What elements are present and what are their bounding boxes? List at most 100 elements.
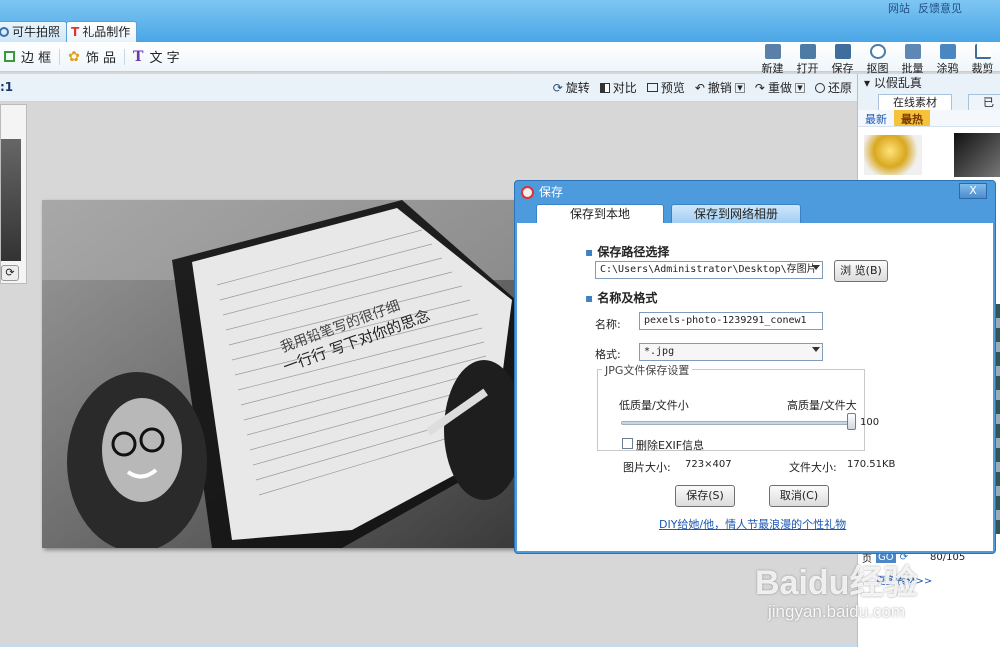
preview-label: 预览 <box>660 81 685 95</box>
restore-button[interactable]: 还原 <box>814 79 852 96</box>
website-link[interactable]: 网站 <box>888 0 910 16</box>
side-thumbnail[interactable] <box>1 139 21 261</box>
tab-downloaded-label: 已 <box>983 96 994 109</box>
undo-button[interactable]: ↶ 撤销 ▼ <box>695 79 745 96</box>
tab-online-materials[interactable]: 在线素材 <box>878 94 952 110</box>
text-t-icon: T <box>133 48 144 65</box>
crop-icon <box>974 44 991 59</box>
redo-dropdown-icon[interactable]: ▼ <box>794 82 805 93</box>
high-quality-label: 高质量/文件大 <box>787 399 857 412</box>
zoom-readout: :1 <box>0 80 14 94</box>
undo-label: 撤销 <box>707 81 732 95</box>
cutout-button[interactable]: 抠图 <box>860 44 895 76</box>
tab-save-web-album[interactable]: 保存到网络相册 <box>671 204 801 224</box>
format-select[interactable]: *.jpg <box>639 343 823 361</box>
image-size-label: 图片大小: <box>623 461 671 474</box>
file-name-input[interactable]: pexels-photo-1239291_conew1 <box>639 312 823 330</box>
close-icon: X <box>969 184 977 197</box>
left-thumbnail-panel: ⟳ <box>0 104 27 284</box>
tab-gift[interactable]: T 礼品制作 <box>66 21 138 42</box>
format-label: 格式: <box>595 348 621 361</box>
status-bar <box>0 643 858 647</box>
redo-icon: ↷ <box>754 80 765 95</box>
tab-online-label: 在线素材 <box>893 96 937 109</box>
gift-t-icon: T <box>71 24 80 39</box>
material-panel-header[interactable]: ▾ 以假乱真 <box>858 74 1000 92</box>
tab-camera[interactable]: 可牛拍照 <box>0 21 68 42</box>
doodle-icon <box>939 44 956 59</box>
redo-label: 重做 <box>767 81 792 95</box>
material-scroll-strip[interactable] <box>996 304 1000 534</box>
new-button[interactable]: 新建 <box>755 44 790 76</box>
path-section-title: 保存路径选择 <box>585 243 669 260</box>
material-thumb[interactable] <box>864 135 922 175</box>
open-folder-icon <box>799 44 816 59</box>
collapse-icon: ▾ <box>864 76 874 90</box>
tab-downloaded[interactable]: 已 <box>968 94 1000 110</box>
save-dialog: 保存 X 保存到本地 保存到网络相册 保存路径选择 C:\Users\Admin… <box>514 180 996 554</box>
compare-button[interactable]: 对比 <box>599 79 637 96</box>
quality-slider-track[interactable] <box>621 421 855 425</box>
promo-link[interactable]: DIY给她/他，情人节最浪漫的个性礼物 <box>659 516 846 532</box>
camera-icon <box>0 27 9 37</box>
clover-icon: ✿ <box>68 48 80 65</box>
material-thumb[interactable] <box>954 133 1000 177</box>
rotate-thumbnail-icon[interactable]: ⟳ <box>1 265 19 281</box>
baidu-watermark-url: jingyan.baidu.com <box>768 602 906 621</box>
low-quality-label: 低质量/文件小 <box>619 399 689 412</box>
preview-icon <box>646 83 658 92</box>
crop-button[interactable]: 裁剪 <box>965 44 1000 76</box>
edit-toolbar: :1 ⟳ 旋转 对比 预览 ↶ 撤销 ▼ ↷ 重做 ▼ 还原 <box>0 74 858 102</box>
preview-button[interactable]: 预览 <box>646 79 685 96</box>
filter-hottest[interactable]: 最热 <box>894 110 930 126</box>
rotate-button[interactable]: ⟳ 旋转 <box>553 79 590 96</box>
filter-newest[interactable]: 最新 <box>858 110 894 126</box>
rotate-icon: ⟳ <box>552 80 563 95</box>
compare-icon <box>599 82 610 93</box>
chevron-down-icon <box>812 265 820 270</box>
chevron-down-icon <box>812 347 820 352</box>
browse-button[interactable]: 浏 览(B) <box>834 260 888 282</box>
app-title-bar: 可牛拍照 T 礼品制作 网站 反馈意见 <box>0 0 1000 42</box>
quality-slider-handle[interactable] <box>847 413 856 430</box>
app-logo-icon <box>521 186 534 199</box>
open-button[interactable]: 打开 <box>790 44 825 76</box>
cutout-icon <box>869 44 886 59</box>
save-dialog-title-bar[interactable]: 保存 X <box>515 181 995 203</box>
tab-save-local-label: 保存到本地 <box>569 207 630 221</box>
restore-icon <box>814 82 825 93</box>
tab-gift-label: 礼品制作 <box>82 24 131 39</box>
save-path-value: C:\Users\Administrator\Desktop\存图片 <box>600 264 817 275</box>
undo-dropdown-icon[interactable]: ▼ <box>734 82 745 93</box>
save-confirm-button[interactable]: 保存(S) <box>675 485 735 507</box>
redo-button[interactable]: ↷ 重做 ▼ <box>755 79 805 96</box>
doodle-button[interactable]: 涂鸦 <box>930 44 965 76</box>
material-panel-title: 以假乱真 <box>873 76 922 90</box>
tab-save-local[interactable]: 保存到本地 <box>536 204 664 224</box>
quality-value: 100 <box>860 417 880 428</box>
image-size-value: 723×407 <box>685 459 732 470</box>
name-section-title: 名称及格式 <box>585 289 657 306</box>
batch-icon <box>904 44 921 59</box>
cancel-button[interactable]: 取消(C) <box>769 485 829 507</box>
edited-photo[interactable]: 我用铅笔写的很仔细 一行行 写下对你的思念 <box>42 200 516 548</box>
file-size-label: 文件大小: <box>789 461 837 474</box>
compare-label: 对比 <box>612 81 637 95</box>
save-path-select[interactable]: C:\Users\Administrator\Desktop\存图片 <box>595 261 823 279</box>
format-value: *.jpg <box>644 346 675 357</box>
decoration-button[interactable]: ✿ 饰 品 <box>60 47 124 67</box>
tab-camera-label: 可牛拍照 <box>12 24 61 39</box>
photo-scene <box>42 200 516 548</box>
feedback-link[interactable]: 反馈意见 <box>918 0 962 16</box>
batch-button[interactable]: 批量 <box>895 44 930 76</box>
save-button[interactable]: 保存 <box>825 44 860 76</box>
text-button[interactable]: T 文 字 <box>125 47 188 67</box>
baidu-watermark: Baidu经验 <box>755 564 918 602</box>
frame-button[interactable]: 边 框 <box>0 47 59 66</box>
file-name-value: pexels-photo-1239291_conew1 <box>644 315 807 326</box>
close-button[interactable]: X <box>959 183 987 199</box>
main-toolbar: 边 框 ✿ 饰 品 T 文 字 新建 打开 保存 抠图 批量 涂鸦 裁剪 <box>0 42 1000 75</box>
jpg-settings-title: JPG文件保存设置 <box>602 362 693 378</box>
decoration-label: 饰 品 <box>85 51 117 66</box>
remove-exif-checkbox[interactable] <box>622 438 633 449</box>
